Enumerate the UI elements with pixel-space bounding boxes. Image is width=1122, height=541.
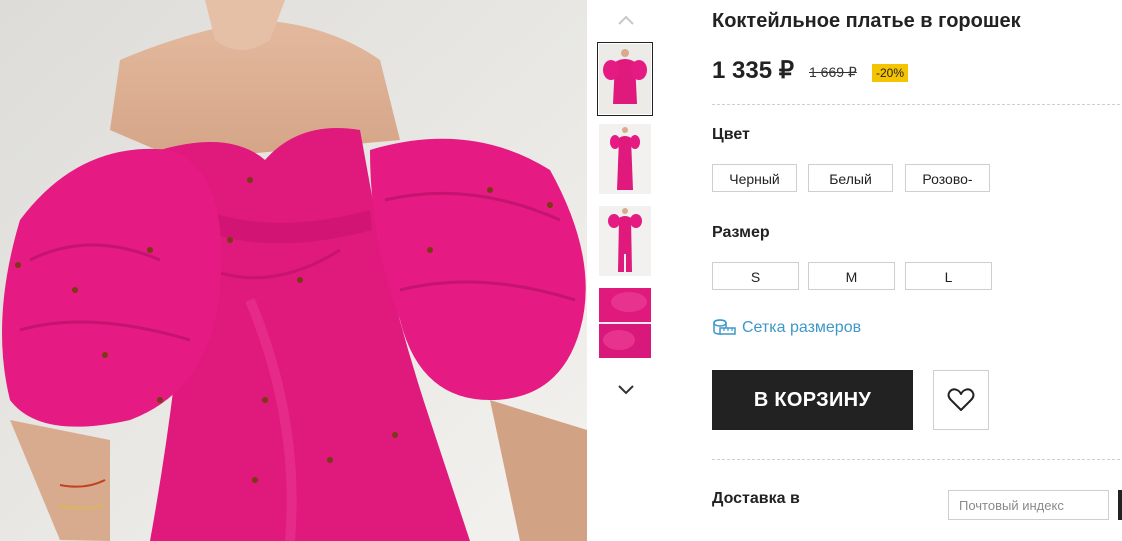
color-option-white[interactable]: Белый xyxy=(808,164,893,192)
discount-badge: -20% xyxy=(872,64,909,82)
thumbnail-1[interactable] xyxy=(597,42,653,116)
thumbnails-scroll-down-button[interactable] xyxy=(613,378,639,402)
chevron-up-icon xyxy=(618,15,634,25)
color-option-black[interactable]: Черный xyxy=(712,164,797,192)
size-option-m[interactable]: M xyxy=(808,262,895,290)
thumbnails-scroll-up-button[interactable] xyxy=(613,8,639,32)
scrollbar-thumb[interactable] xyxy=(1118,490,1122,520)
postal-code-input[interactable] xyxy=(948,490,1109,520)
size-chart-label: Сетка размеров xyxy=(742,319,862,336)
divider xyxy=(712,459,1120,460)
favorite-button[interactable] xyxy=(933,370,989,430)
thumbnail-2[interactable] xyxy=(599,124,651,194)
thumbnail-gallery xyxy=(597,0,655,541)
thumbnail-4[interactable] xyxy=(599,288,651,358)
product-title: Коктейльное платье в горошек xyxy=(712,10,1021,32)
size-chart-link[interactable]: Сетка размеров xyxy=(712,319,861,337)
color-label: Цвет xyxy=(712,126,750,143)
size-label: Размер xyxy=(712,224,770,241)
size-option-l[interactable]: L xyxy=(905,262,992,290)
delivery-label: Доставка в xyxy=(712,490,800,507)
current-price: 1 335 ₽ xyxy=(712,57,794,84)
size-option-s[interactable]: S xyxy=(712,262,799,290)
divider xyxy=(712,104,1120,105)
product-info-panel: Коктейльное платье в горошек 1 335 ₽ 1 6… xyxy=(712,0,1120,541)
thumbnail-3[interactable] xyxy=(599,206,651,276)
color-option-pink[interactable]: Розово- xyxy=(905,164,990,192)
main-product-image[interactable] xyxy=(0,0,587,541)
add-to-cart-button[interactable]: В КОРЗИНУ xyxy=(712,370,913,430)
old-price: 1 669 ₽ xyxy=(809,64,857,80)
ruler-icon xyxy=(713,319,736,335)
heart-icon xyxy=(947,388,975,411)
chevron-down-icon xyxy=(618,385,634,395)
